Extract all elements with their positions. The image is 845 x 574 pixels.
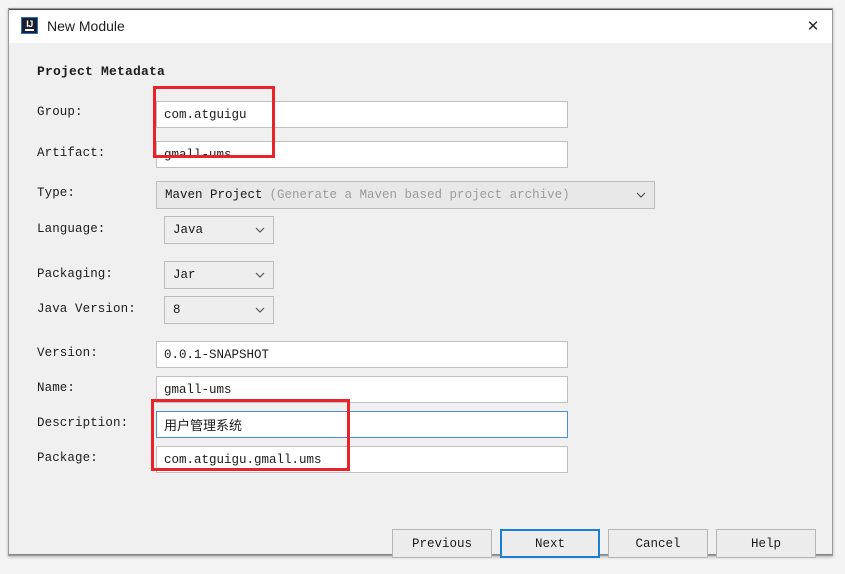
java-version-select[interactable]: 8 xyxy=(164,296,274,324)
close-icon[interactable]: ✕ xyxy=(798,12,828,40)
version-input[interactable]: 0.0.1-SNAPSHOT xyxy=(156,341,568,368)
label-package: Package: xyxy=(37,451,98,465)
label-artifact: Artifact: xyxy=(37,146,106,160)
intellij-idea-icon: IJ xyxy=(21,17,38,34)
name-input[interactable]: gmall-ums xyxy=(156,376,568,403)
type-select-value: Maven Project xyxy=(165,188,263,202)
packaging-select-value: Jar xyxy=(173,268,196,282)
chevron-down-icon xyxy=(255,225,265,234)
packaging-select[interactable]: Jar xyxy=(164,261,274,289)
window-title: New Module xyxy=(47,18,125,34)
label-name: Name: xyxy=(37,381,76,395)
java-version-select-value: 8 xyxy=(173,303,181,317)
label-packaging: Packaging: xyxy=(37,267,114,281)
new-module-dialog: IJ New Module ✕ Project Metadata Group: … xyxy=(8,8,833,558)
package-input[interactable]: com.atguigu.gmall.ums xyxy=(156,446,568,473)
previous-button[interactable]: Previous xyxy=(392,529,492,558)
language-select-value: Java xyxy=(173,223,204,237)
label-description: Description: xyxy=(37,416,129,430)
label-language: Language: xyxy=(37,222,106,236)
artifact-input[interactable]: gmall-ums xyxy=(156,141,568,168)
description-input[interactable]: 用户管理系统 xyxy=(156,411,568,438)
help-button[interactable]: Help xyxy=(716,529,816,558)
chevron-down-icon xyxy=(255,305,265,314)
label-java-version: Java Version: xyxy=(37,302,136,316)
title-bar: IJ New Module ✕ xyxy=(9,9,832,43)
label-version: Version: xyxy=(37,346,98,360)
description-input-value: 用户管理系统 xyxy=(164,419,243,434)
label-group: Group: xyxy=(37,105,83,119)
page-title: Project Metadata xyxy=(37,64,166,79)
cancel-button[interactable]: Cancel xyxy=(608,529,708,558)
type-select-hint: (Generate a Maven based project archive) xyxy=(269,188,570,202)
group-input[interactable]: com.atguigu xyxy=(156,101,568,128)
next-button[interactable]: Next xyxy=(500,529,600,558)
language-select[interactable]: Java xyxy=(164,216,274,244)
label-type: Type: xyxy=(37,186,76,200)
type-select[interactable]: Maven Project (Generate a Maven based pr… xyxy=(156,181,655,209)
dialog-body: Project Metadata Group: com.atguigu Arti… xyxy=(9,43,832,558)
chevron-down-icon xyxy=(255,270,265,279)
chevron-down-icon xyxy=(636,190,646,199)
